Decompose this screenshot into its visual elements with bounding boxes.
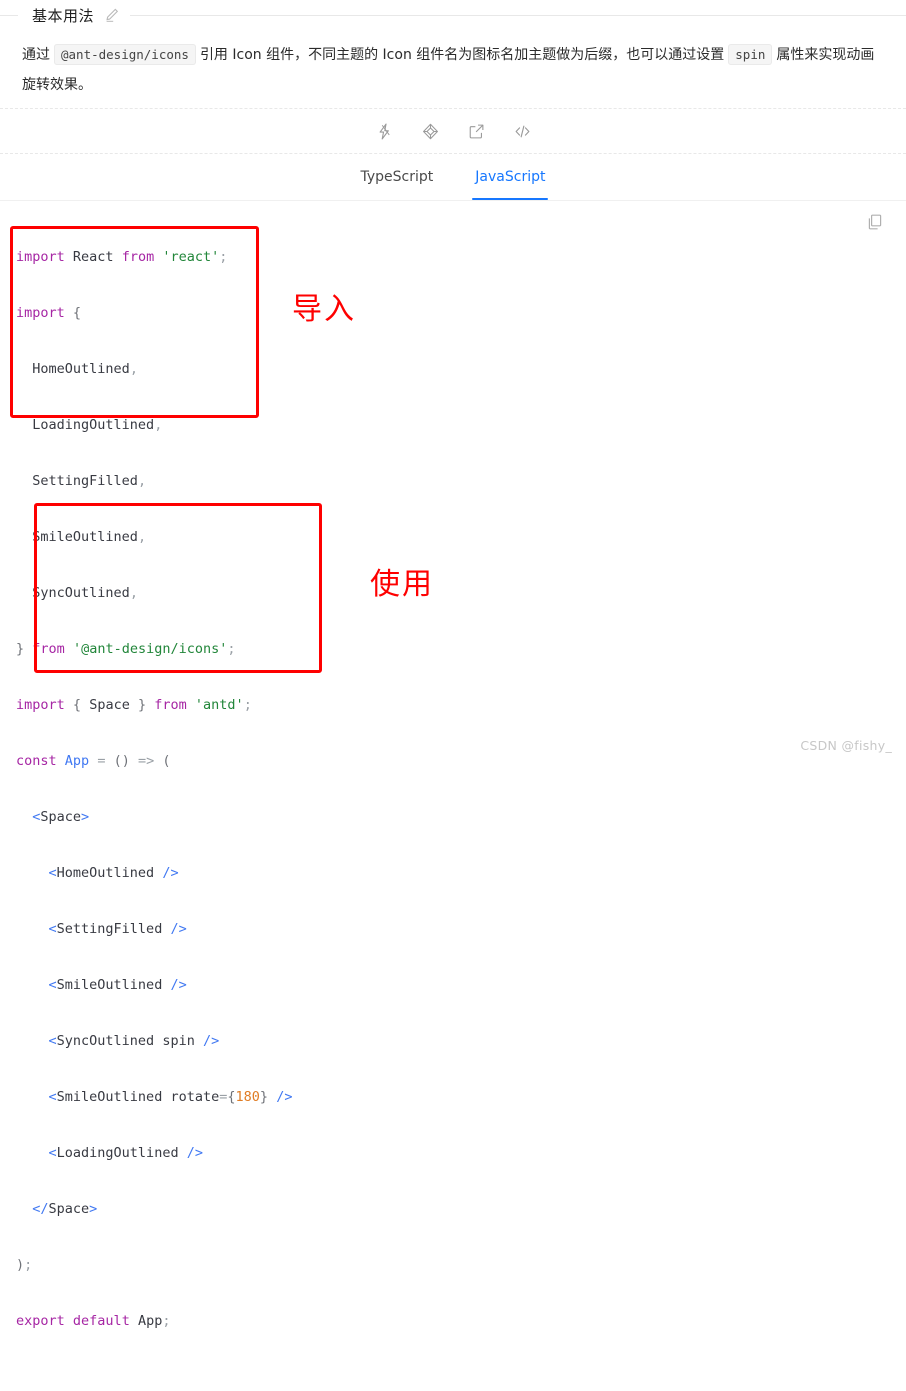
tab-typescript[interactable]: TypeScript bbox=[359, 163, 436, 191]
code-line: </Space> bbox=[32, 1201, 98, 1217]
code-line: <LoadingOutlined /> bbox=[48, 1145, 203, 1161]
demo-action-toolbar bbox=[0, 109, 906, 153]
desc-text-1: 通过 bbox=[22, 47, 50, 63]
section-description: 通过 @ant-design/icons 引用 Icon 组件，不同主题的 Icon… bbox=[0, 30, 906, 108]
code-line: ); bbox=[16, 1257, 33, 1273]
code-line: LoadingOutlined, bbox=[32, 417, 163, 433]
code-line: <SyncOutlined spin /> bbox=[48, 1033, 220, 1049]
annotation-label-usage: 使用 bbox=[370, 567, 434, 602]
code-line: SmileOutlined, bbox=[32, 529, 147, 545]
page-title: 基本用法 bbox=[32, 6, 95, 25]
code-line: <HomeOutlined /> bbox=[48, 865, 179, 881]
code-line: import React from 'react'; bbox=[16, 249, 228, 265]
code-line: HomeOutlined, bbox=[32, 361, 138, 377]
code-line: import { bbox=[16, 305, 82, 321]
code-line: <SettingFilled /> bbox=[48, 921, 187, 937]
code-line: <SmileOutlined rotate={180} /> bbox=[48, 1089, 293, 1105]
code-panel: import React from 'react'; import { Home… bbox=[0, 201, 906, 1391]
header-rule-right bbox=[130, 14, 906, 16]
code-line: SettingFilled, bbox=[32, 473, 147, 489]
desc-text-2: 引用 Icon 组件，不同主题的 Icon 组件名为图标名加主题做为后缀，也可以… bbox=[199, 47, 725, 63]
language-tabs: TypeScript JavaScript bbox=[0, 154, 906, 200]
copy-icon[interactable] bbox=[866, 213, 884, 231]
code-line: } from '@ant-design/icons'; bbox=[16, 641, 236, 657]
inline-code-spin: spin bbox=[728, 44, 773, 65]
thunderbolt-icon[interactable] bbox=[374, 121, 394, 141]
code-line: SyncOutlined, bbox=[32, 585, 138, 601]
codesandbox-icon[interactable] bbox=[420, 121, 440, 141]
pencil-edit-icon[interactable] bbox=[104, 7, 120, 23]
header-rule-left bbox=[0, 15, 18, 16]
inline-code-ant-design-icons: @ant-design/icons bbox=[54, 44, 196, 65]
tab-javascript[interactable]: JavaScript bbox=[472, 163, 549, 200]
section-header: 基本用法 bbox=[0, 0, 906, 30]
annotation-label-import: 导入 bbox=[292, 292, 356, 327]
code-block[interactable]: import React from 'react'; import { Home… bbox=[0, 215, 906, 1391]
code-line: <SmileOutlined /> bbox=[48, 977, 187, 993]
watermark: CSDN @fishy_ bbox=[800, 738, 892, 753]
code-line: export default App; bbox=[16, 1313, 171, 1329]
external-link-icon[interactable] bbox=[466, 121, 486, 141]
code-line: <Space> bbox=[32, 809, 90, 825]
code-line: const App = () => ( bbox=[16, 753, 171, 769]
code-line: import { Space } from 'antd'; bbox=[16, 697, 252, 713]
code-brackets-icon[interactable] bbox=[512, 121, 532, 141]
